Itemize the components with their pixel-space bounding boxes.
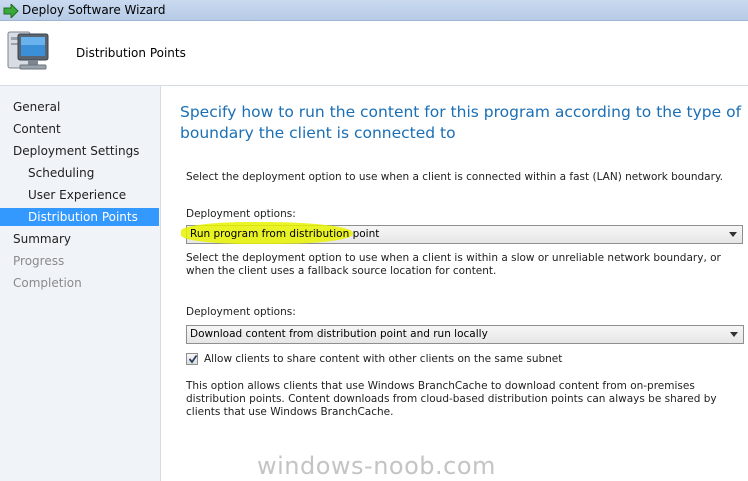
wizard-arrow-icon (3, 2, 19, 20)
nav-item-summary[interactable]: Summary (0, 230, 159, 248)
chevron-down-icon[interactable] (730, 332, 738, 337)
fast-deployment-options-label: Deployment options: (186, 208, 296, 220)
slow-boundary-description: Select the deployment option to use when… (186, 252, 721, 277)
window-title: Deploy Software Wizard (22, 3, 166, 17)
title-bar: Deploy Software Wizard (0, 0, 748, 21)
fast-deployment-options-dropdown[interactable]: Run program from distribution point (181, 222, 743, 244)
slow-deployment-options-value: Download content from distribution point… (190, 328, 488, 340)
slow-deployment-options-label: Deployment options: (186, 306, 296, 318)
wizard-header: Distribution Points (0, 21, 748, 86)
nav-item-general[interactable]: General (0, 98, 159, 116)
nav-item-completion: Completion (13, 276, 82, 290)
share-content-label[interactable]: Allow clients to share content with othe… (204, 353, 562, 366)
slow-deployment-options-dropdown[interactable]: Download content from distribution point… (186, 325, 744, 344)
chevron-down-icon[interactable] (729, 232, 737, 237)
fast-boundary-description: Select the deployment option to use when… (186, 171, 723, 183)
branchcache-note: This option allows clients that use Wind… (186, 380, 717, 418)
main-panel: Specify how to run the content for this … (161, 86, 748, 481)
nav-item-content[interactable]: Content (0, 120, 159, 138)
share-content-checkbox[interactable] (186, 353, 198, 365)
checkmark-icon (188, 354, 198, 364)
computer-monitor-icon (6, 28, 52, 78)
nav-item-scheduling[interactable]: Scheduling (0, 164, 159, 182)
section-heading: Specify how to run the content for this … (180, 103, 742, 142)
nav-item-deployment-settings[interactable]: Deployment Settings (0, 142, 159, 160)
nav-item-distribution-points[interactable]: Distribution Points (0, 208, 159, 226)
fast-deployment-options-value: Run program from distribution point (190, 228, 380, 240)
nav-item-progress: Progress (13, 254, 65, 268)
page-title: Distribution Points (76, 46, 186, 60)
watermark: windows-noob.com (257, 452, 496, 480)
wizard-nav: General Content Deployment Settings Sche… (0, 86, 161, 481)
nav-item-user-experience[interactable]: User Experience (0, 186, 159, 204)
